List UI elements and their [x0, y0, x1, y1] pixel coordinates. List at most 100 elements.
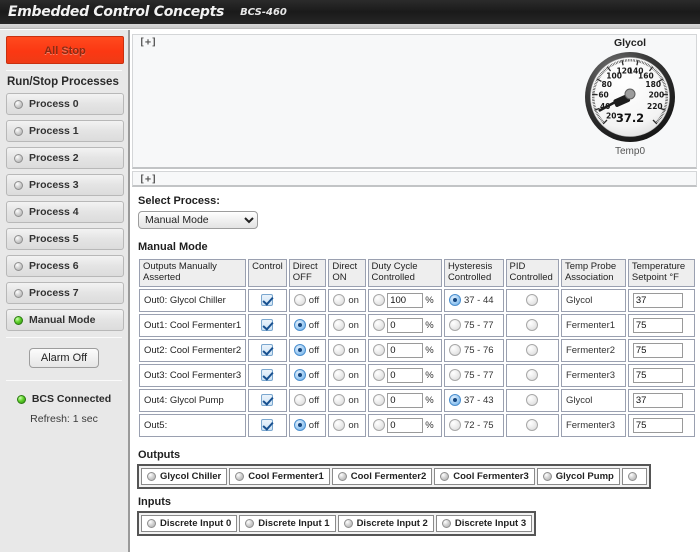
hysteresis-cell[interactable]: 72 - 75 [443, 413, 504, 437]
direct-off-radio[interactable] [293, 419, 306, 432]
sidebar-item-process-0[interactable]: Process 0 [6, 93, 124, 115]
pid-cell[interactable] [505, 338, 559, 362]
control-checkbox[interactable] [261, 294, 274, 307]
pid-cell[interactable] [505, 363, 559, 387]
duty-cycle-radio[interactable] [372, 319, 385, 332]
control-checkbox[interactable] [261, 394, 274, 407]
direct-on-cell[interactable]: on [328, 388, 366, 412]
temperature-setpoint-input[interactable] [632, 392, 683, 408]
direct-off-radio[interactable] [293, 344, 306, 357]
sidebar-item-process-6[interactable]: Process 6 [6, 255, 124, 277]
duty-cycle-input[interactable] [387, 342, 424, 358]
alarm-off-button[interactable]: Alarm Off [28, 348, 100, 368]
pid-cell[interactable] [505, 413, 559, 437]
duty-cycle-cell[interactable]: % [367, 338, 442, 362]
direct-off-cell[interactable]: off [288, 288, 327, 312]
hysteresis-radio[interactable] [448, 394, 461, 407]
hysteresis-radio[interactable] [448, 319, 461, 332]
pid-cell[interactable] [505, 313, 559, 337]
direct-off-radio[interactable] [293, 394, 306, 407]
direct-off-radio[interactable] [293, 319, 306, 332]
hysteresis-cell[interactable]: 75 - 77 [443, 363, 504, 387]
direct-off-cell[interactable]: off [288, 338, 327, 362]
setpoint-cell[interactable] [627, 288, 695, 312]
duty-cycle-input[interactable] [387, 292, 424, 308]
setpoint-cell[interactable] [627, 388, 695, 412]
pid-cell[interactable] [505, 288, 559, 312]
direct-off-cell[interactable]: off [288, 413, 327, 437]
all-stop-button[interactable]: All Stop [6, 36, 124, 64]
control-checkbox-cell[interactable] [248, 288, 287, 312]
control-checkbox-cell[interactable] [248, 413, 287, 437]
duty-cycle-cell[interactable]: % [367, 363, 442, 387]
direct-on-cell[interactable]: on [328, 413, 366, 437]
pid-radio[interactable] [526, 344, 539, 357]
duty-cycle-input[interactable] [387, 367, 424, 383]
setpoint-cell[interactable] [627, 338, 695, 362]
pid-radio[interactable] [526, 369, 539, 382]
direct-off-cell[interactable]: off [288, 388, 327, 412]
setpoint-cell[interactable] [627, 313, 695, 337]
direct-off-cell[interactable]: off [288, 313, 327, 337]
duty-cycle-radio[interactable] [372, 419, 385, 432]
select-process-dropdown[interactable]: Manual Mode [138, 211, 258, 229]
sidebar-item-process-2[interactable]: Process 2 [6, 147, 124, 169]
temperature-setpoint-input[interactable] [632, 292, 683, 308]
direct-on-cell[interactable]: on [328, 288, 366, 312]
duty-cycle-cell[interactable]: % [367, 288, 442, 312]
control-checkbox-cell[interactable] [248, 388, 287, 412]
direct-off-radio[interactable] [293, 369, 306, 382]
duty-cycle-radio[interactable] [372, 294, 385, 307]
direct-on-radio[interactable] [333, 319, 346, 332]
control-checkbox-cell[interactable] [248, 313, 287, 337]
setpoint-cell[interactable] [627, 413, 695, 437]
duty-cycle-cell[interactable]: % [367, 388, 442, 412]
sidebar-item-manual-mode[interactable]: Manual Mode [6, 309, 124, 331]
hysteresis-radio[interactable] [448, 369, 461, 382]
control-checkbox[interactable] [261, 369, 274, 382]
sidebar-item-process-3[interactable]: Process 3 [6, 174, 124, 196]
hysteresis-radio[interactable] [448, 344, 461, 357]
duty-cycle-radio[interactable] [372, 394, 385, 407]
expand-secondary-panel-toggle[interactable]: [+] [133, 172, 696, 185]
hysteresis-cell[interactable]: 75 - 77 [443, 313, 504, 337]
direct-on-cell[interactable]: on [328, 363, 366, 387]
sidebar-item-process-4[interactable]: Process 4 [6, 201, 124, 223]
pid-radio[interactable] [526, 294, 539, 307]
direct-on-radio[interactable] [333, 344, 346, 357]
hysteresis-radio[interactable] [448, 294, 461, 307]
pid-radio[interactable] [526, 394, 539, 407]
control-checkbox-cell[interactable] [248, 338, 287, 362]
sidebar-item-process-7[interactable]: Process 7 [6, 282, 124, 304]
temperature-setpoint-input[interactable] [632, 317, 683, 333]
control-checkbox[interactable] [261, 319, 274, 332]
hysteresis-radio[interactable] [448, 419, 461, 432]
duty-cycle-radio[interactable] [372, 369, 385, 382]
direct-off-cell[interactable]: off [288, 363, 327, 387]
hysteresis-cell[interactable]: 75 - 76 [443, 338, 504, 362]
control-checkbox[interactable] [261, 419, 274, 432]
pid-radio[interactable] [526, 419, 539, 432]
sidebar-item-process-5[interactable]: Process 5 [6, 228, 124, 250]
direct-on-radio[interactable] [333, 394, 346, 407]
setpoint-cell[interactable] [627, 363, 695, 387]
control-checkbox-cell[interactable] [248, 363, 287, 387]
temperature-setpoint-input[interactable] [632, 417, 683, 433]
duty-cycle-input[interactable] [387, 417, 424, 433]
hysteresis-cell[interactable]: 37 - 43 [443, 388, 504, 412]
direct-on-cell[interactable]: on [328, 313, 366, 337]
control-checkbox[interactable] [261, 344, 274, 357]
hysteresis-cell[interactable]: 37 - 44 [443, 288, 504, 312]
direct-on-cell[interactable]: on [328, 338, 366, 362]
temperature-setpoint-input[interactable] [632, 367, 683, 383]
direct-on-radio[interactable] [333, 419, 346, 432]
direct-on-radio[interactable] [333, 294, 346, 307]
duty-cycle-input[interactable] [387, 317, 424, 333]
duty-cycle-cell[interactable]: % [367, 313, 442, 337]
duty-cycle-input[interactable] [387, 392, 424, 408]
direct-off-radio[interactable] [293, 294, 306, 307]
pid-cell[interactable] [505, 388, 559, 412]
duty-cycle-radio[interactable] [372, 344, 385, 357]
temperature-setpoint-input[interactable] [632, 342, 683, 358]
direct-on-radio[interactable] [333, 369, 346, 382]
